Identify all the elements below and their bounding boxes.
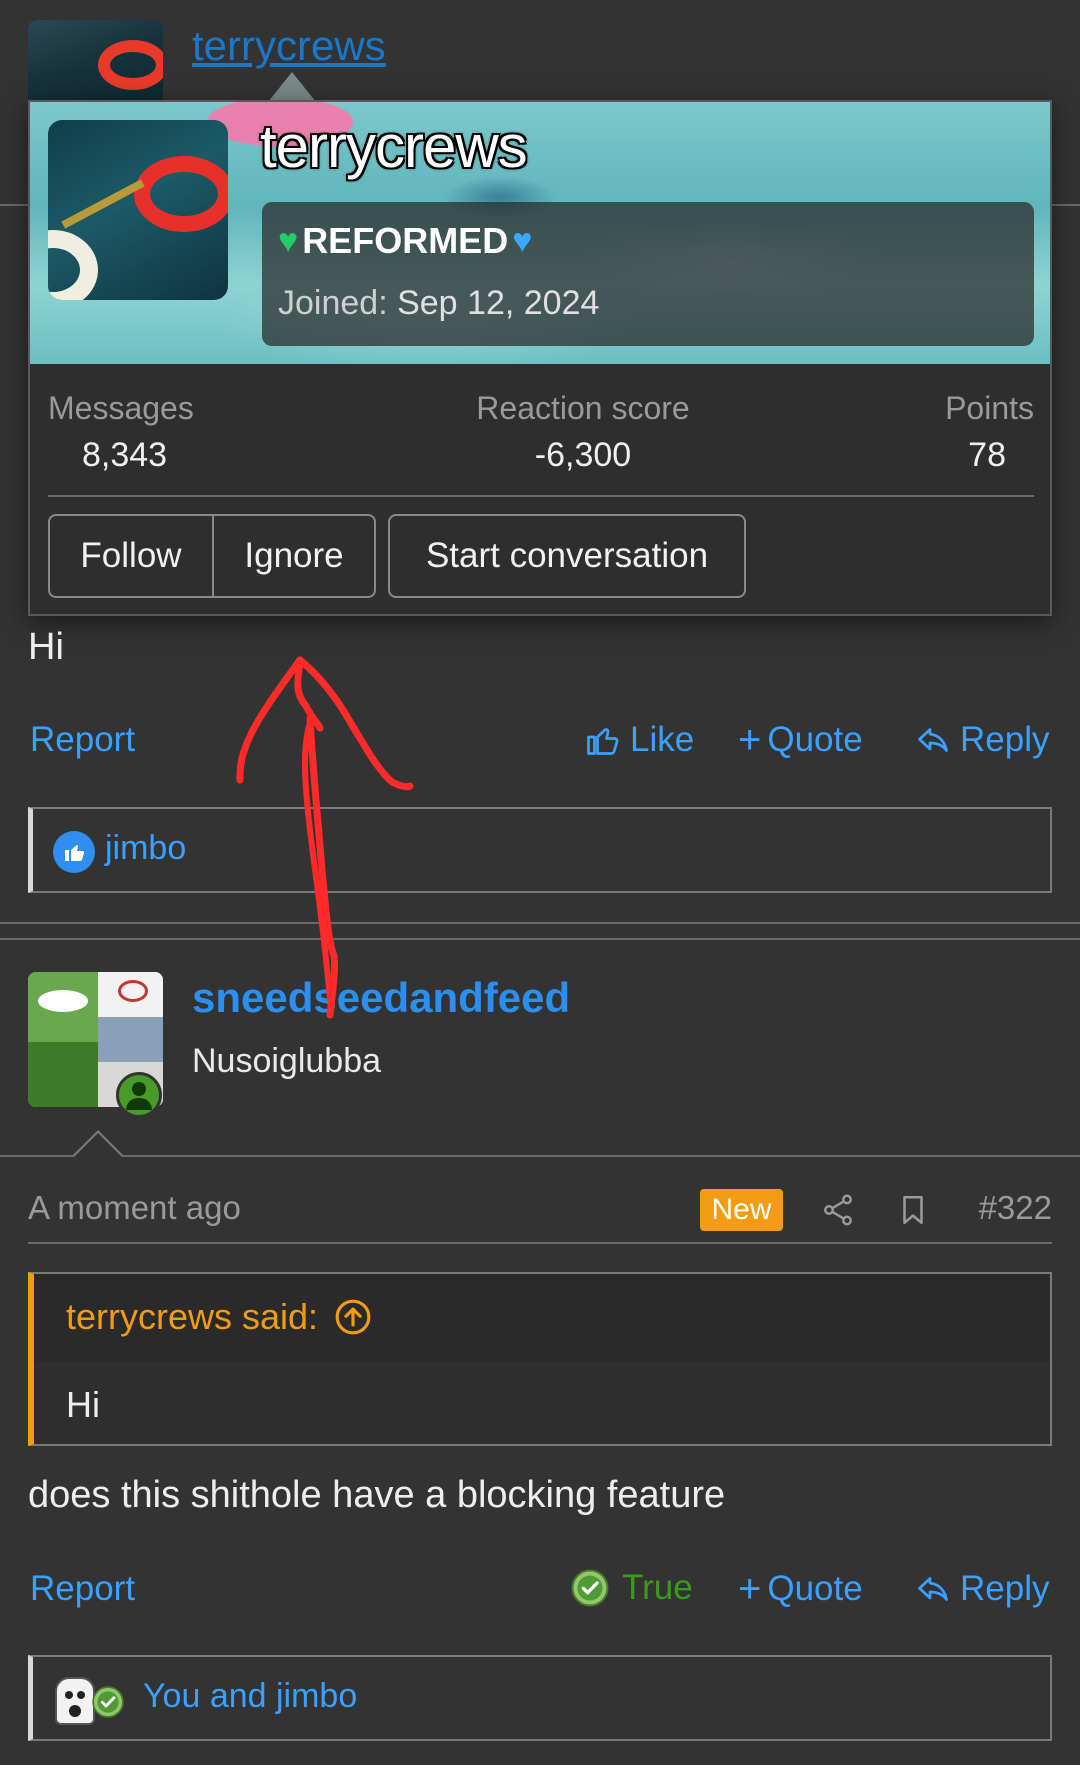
profile-username[interactable]: terrycrews: [260, 112, 528, 181]
share-icon[interactable]: [820, 1190, 856, 1235]
white-float-ring: [48, 230, 98, 300]
quote-text: Hi: [66, 1384, 100, 1425]
stat-reaction-value: -6,300: [534, 436, 632, 474]
like-reaction-icon: [53, 831, 95, 873]
post1-like-button[interactable]: Like: [584, 720, 694, 760]
stat-messages-value[interactable]: 8,343: [82, 436, 167, 475]
post1-like-label: Like: [630, 720, 695, 759]
meme-face: [118, 980, 148, 1002]
stats-divider: [48, 495, 1034, 497]
post1-reactions-users[interactable]: jimbo: [105, 829, 186, 868]
quote-author-link[interactable]: terrycrews said:: [66, 1296, 372, 1338]
arrow-up-circle-icon: [335, 1299, 371, 1335]
plus-icon: +: [738, 718, 762, 762]
thumbs-up-icon: [587, 728, 619, 755]
pepe-eyes: [38, 990, 88, 1012]
post1-quote-button[interactable]: + Quote: [738, 720, 863, 760]
new-badge: New: [700, 1189, 783, 1231]
blue-heart-icon: ♥: [512, 222, 533, 260]
post2-reply-label: Reply: [960, 1569, 1050, 1608]
post2-quote-label: Quote: [767, 1569, 863, 1608]
post1-reply-label: Reply: [960, 720, 1050, 759]
post1-body: Hi: [28, 626, 64, 668]
float-ring-decoration: [98, 40, 163, 90]
online-status-icon: [116, 1072, 162, 1118]
plus-icon: +: [738, 1567, 762, 1611]
stat-points-value[interactable]: 78: [890, 436, 1006, 475]
post2-meta-divider: [28, 1242, 1052, 1244]
pepe-mouth-tile: [28, 1042, 98, 1107]
rope-decoration: [61, 179, 145, 229]
joined-label: Joined:: [278, 284, 388, 322]
top-post-username[interactable]: terrycrews: [192, 22, 386, 70]
stat-reaction-label: Reaction score: [476, 390, 690, 426]
quote-author-text: terrycrews said:: [66, 1296, 319, 1337]
joined-info: Joined: Sep 12, 2024: [278, 284, 599, 323]
user-avatar-icon: [55, 1677, 95, 1725]
joined-date: Sep 12, 2024: [397, 284, 600, 322]
reply-arrow-icon: [918, 1577, 948, 1601]
post2-header-pointer-fill: [74, 1133, 122, 1157]
post2-reply-button[interactable]: Reply: [914, 1569, 1049, 1609]
post1-quote-label: Quote: [767, 720, 863, 759]
ignore-button[interactable]: Ignore: [212, 514, 376, 598]
post2-reactions-bar[interactable]: You and jimbo: [28, 1655, 1052, 1741]
post-number-link[interactable]: #322: [960, 1189, 1052, 1227]
post-separator-bottom: [0, 938, 1080, 940]
start-conversation-button[interactable]: Start conversation: [388, 514, 746, 598]
post2-timestamp[interactable]: A moment ago: [28, 1189, 241, 1227]
reply-arrow-icon: [918, 728, 948, 752]
user-title: ♥ REFORMED ♥: [278, 220, 532, 262]
post2-reaction-true-button[interactable]: True: [570, 1568, 693, 1608]
user-title-text: REFORMED: [302, 220, 509, 261]
checkmark-circle-icon: [571, 1569, 609, 1607]
profile-avatar[interactable]: [48, 120, 228, 300]
checkmark-reaction-icon: [92, 1686, 124, 1718]
post1-reactions-bar[interactable]: jimbo: [28, 807, 1052, 893]
stat-messages-label: Messages: [48, 390, 194, 426]
post1-report-link[interactable]: Report: [30, 720, 135, 760]
post2-user-title: Nusoiglubba: [192, 1042, 382, 1080]
post2-reactions-users[interactable]: You and jimbo: [143, 1677, 357, 1716]
post2-report-link[interactable]: Report: [30, 1569, 135, 1609]
post1-reply-button[interactable]: Reply: [914, 720, 1049, 760]
green-heart-icon: ♥: [278, 222, 299, 260]
post2-reaction-true-label: True: [622, 1568, 693, 1607]
quote-header: terrycrews said:: [34, 1274, 1050, 1362]
post2-body: does this shithole have a blocking featu…: [28, 1474, 726, 1516]
post-separator-top: [0, 922, 1080, 924]
profile-card: terrycrews ♥ REFORMED ♥ Joined: Sep 12, …: [28, 100, 1052, 616]
post2-username[interactable]: sneedseedandfeed: [192, 974, 570, 1022]
follow-button[interactable]: Follow: [48, 514, 214, 598]
post2-quote-button[interactable]: + Quote: [738, 1569, 863, 1609]
top-post-avatar[interactable]: [28, 20, 163, 100]
red-float-ring: [134, 156, 228, 232]
profile-info-panel: ♥ REFORMED ♥ Joined: Sep 12, 2024: [262, 202, 1034, 346]
profile-banner: terrycrews ♥ REFORMED ♥ Joined: Sep 12, …: [30, 102, 1050, 364]
bookmark-icon[interactable]: [896, 1190, 930, 1235]
card-pointer: [268, 72, 316, 102]
photo-tile: [98, 1017, 163, 1062]
quote-block: terrycrews said: Hi: [28, 1272, 1052, 1446]
post2-header-divider: [0, 1155, 1080, 1157]
stat-points-label: Points: [945, 390, 1034, 426]
